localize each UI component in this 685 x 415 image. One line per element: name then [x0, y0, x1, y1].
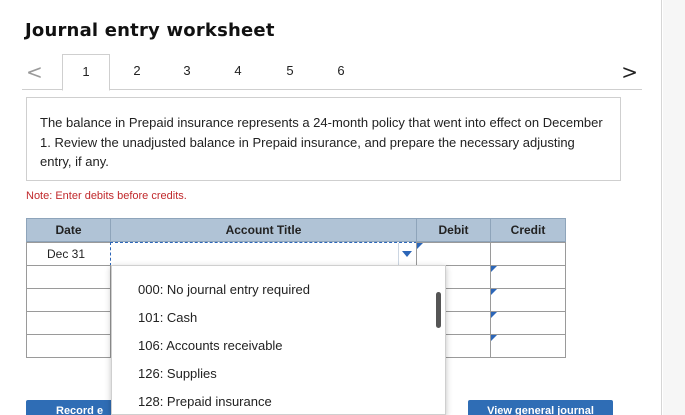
- input-marker-icon: [417, 243, 423, 249]
- dropdown-option[interactable]: 000: No journal entry required: [138, 282, 310, 297]
- tab-5[interactable]: 5: [266, 54, 314, 90]
- tab-1[interactable]: 1: [62, 54, 110, 91]
- account-dropdown-list: 000: No journal entry required 101: Cash…: [111, 265, 446, 415]
- tab-4[interactable]: 4: [214, 54, 262, 90]
- worksheet-panel: Journal entry worksheet < 1 2 3 4 5 6 > …: [0, 0, 662, 415]
- caret-down-icon: [402, 251, 412, 257]
- input-marker-icon: [491, 289, 497, 295]
- date-cell[interactable]: [26, 265, 111, 289]
- question-box: The balance in Prepaid insurance represe…: [26, 97, 621, 181]
- tab-6[interactable]: 6: [317, 54, 365, 90]
- record-entry-button[interactable]: Record e: [26, 400, 116, 415]
- dropdown-option[interactable]: 106: Accounts receivable: [138, 338, 283, 353]
- input-marker-icon: [491, 266, 497, 272]
- header-credit: Credit: [490, 218, 566, 242]
- dropdown-option[interactable]: 126: Supplies: [138, 366, 217, 381]
- page-title: Journal entry worksheet: [25, 20, 275, 41]
- chevron-right-icon[interactable]: >: [621, 60, 638, 84]
- header-debit: Debit: [416, 218, 491, 242]
- date-cell[interactable]: Dec 31: [26, 242, 111, 266]
- debit-input[interactable]: [416, 242, 491, 266]
- credit-input[interactable]: [490, 288, 566, 312]
- dropdown-toggle[interactable]: [398, 243, 416, 265]
- date-cell[interactable]: [26, 334, 111, 358]
- input-marker-icon: [491, 312, 497, 318]
- header-date: Date: [26, 218, 111, 242]
- side-gutter: [663, 0, 685, 415]
- view-general-journal-button[interactable]: View general journal: [468, 400, 613, 415]
- question-text: The balance in Prepaid insurance represe…: [40, 115, 603, 169]
- chevron-left-icon[interactable]: <: [26, 60, 43, 84]
- credit-input[interactable]: [490, 242, 566, 266]
- note-text: Note: Enter debits before credits.: [26, 190, 187, 202]
- header-account-title: Account Title: [110, 218, 417, 242]
- tab-3[interactable]: 3: [163, 54, 211, 90]
- date-cell[interactable]: [26, 288, 111, 312]
- date-cell[interactable]: [26, 311, 111, 335]
- entry-tab-bar: < 1 2 3 4 5 6 >: [22, 54, 642, 91]
- tab-2[interactable]: 2: [113, 54, 161, 90]
- credit-input[interactable]: [490, 311, 566, 335]
- credit-input[interactable]: [490, 334, 566, 358]
- dropdown-scrollbar[interactable]: [436, 292, 441, 328]
- credit-input[interactable]: [490, 265, 566, 289]
- dropdown-option[interactable]: 128: Prepaid insurance: [138, 394, 272, 409]
- input-marker-icon: [491, 335, 497, 341]
- dropdown-option[interactable]: 101: Cash: [138, 310, 197, 325]
- account-title-select[interactable]: [110, 242, 417, 266]
